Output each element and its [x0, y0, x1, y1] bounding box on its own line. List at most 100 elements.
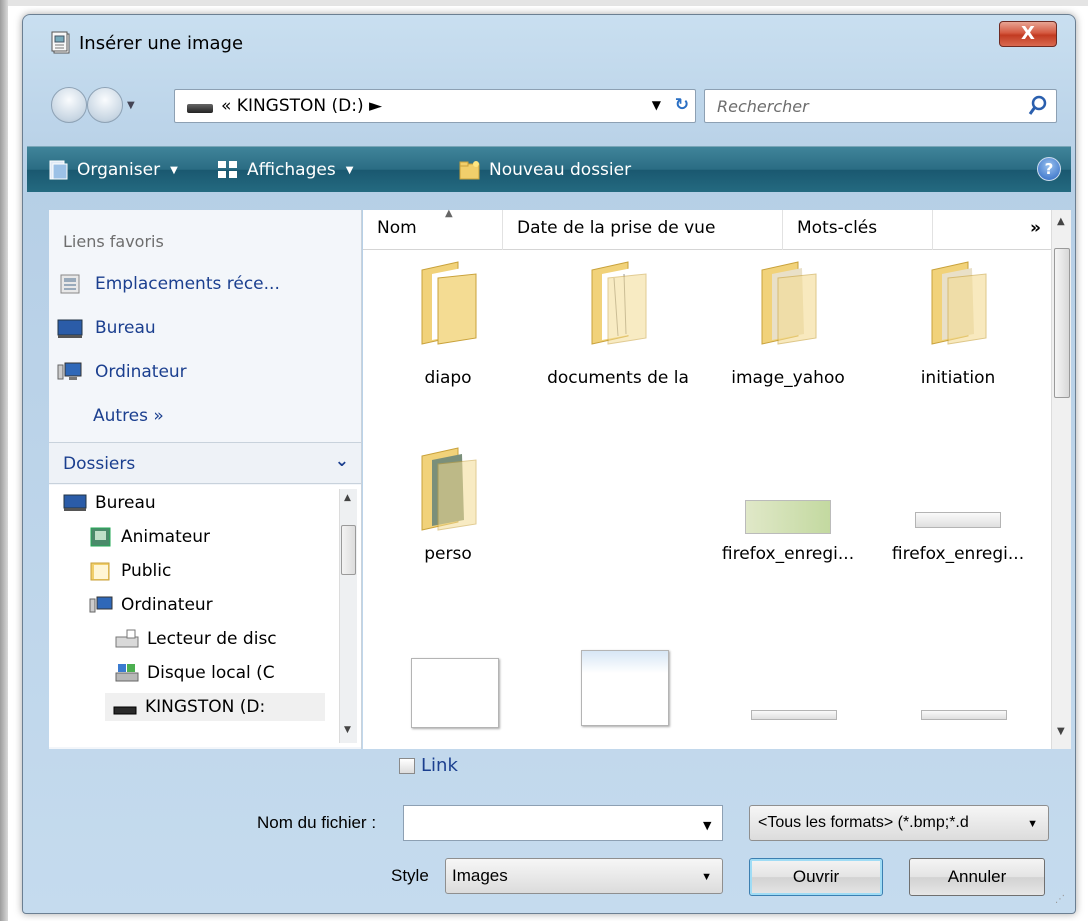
tree-item-label: Disque local (C	[147, 663, 275, 683]
more-favorites-link[interactable]: Autres »	[93, 406, 164, 426]
scroll-up-icon[interactable]: ▲	[1057, 216, 1065, 227]
image-thumbnail[interactable]	[411, 658, 499, 728]
dialog-footer: Link Nom du fichier : ▼ <Tous les format…	[27, 751, 1071, 911]
favorite-desktop[interactable]: Bureau	[57, 314, 156, 342]
recent-places-icon	[60, 274, 80, 294]
file-name: perso	[424, 544, 472, 564]
column-keywords[interactable]: Mots-clés	[783, 210, 933, 250]
file-name: firefox_enregi...	[891, 544, 1025, 564]
more-columns-button[interactable]: »	[933, 210, 1053, 250]
address-path[interactable]: « KINGSTON (D:) ►	[221, 96, 382, 116]
local-disk-icon	[115, 664, 139, 682]
image-thumbnail[interactable]	[921, 710, 1007, 720]
filename-label: Nom du fichier :	[257, 813, 377, 832]
organise-label: Organiser	[77, 160, 161, 180]
file-name: diapo	[424, 368, 472, 388]
views-label: Affichages	[247, 160, 336, 180]
organise-menu[interactable]: Organiser ▼	[47, 159, 178, 181]
forward-button[interactable]	[87, 87, 123, 123]
refresh-icon[interactable]: ↻	[675, 95, 689, 115]
desktop-icon	[57, 319, 83, 338]
chevron-down-icon[interactable]: ⌄	[335, 451, 349, 471]
image-thumbnail[interactable]	[581, 650, 669, 726]
link-label: Link	[421, 755, 458, 776]
scroll-down-icon[interactable]: ▼	[344, 725, 351, 735]
address-bar[interactable]: « KINGSTON (D:) ► ▼ ↻	[174, 89, 696, 123]
chevron-down-icon[interactable]: ▼	[703, 819, 711, 832]
recent-pages-dropdown-icon[interactable]: ▼	[127, 100, 135, 111]
close-button[interactable]: X	[999, 21, 1057, 47]
favorite-label: Emplacements réce...	[95, 274, 280, 294]
search-icon[interactable]	[1028, 95, 1048, 117]
tree-item-label: Lecteur de disc	[147, 629, 277, 649]
column-label: Date de la prise de vue	[517, 218, 716, 238]
file-item[interactable]: diapo	[363, 260, 533, 400]
help-icon[interactable]: ?	[1037, 157, 1061, 181]
tree-item-label: Animateur	[121, 527, 210, 547]
image-thumbnail	[915, 512, 1001, 528]
folder-icon	[421, 261, 477, 345]
file-list-pane: Nom ▲ Date de la prise de vue Mots-clés …	[363, 208, 1071, 749]
link-option[interactable]: Link	[399, 755, 458, 776]
column-name[interactable]: Nom ▲	[363, 208, 503, 250]
image-thumbnail[interactable]	[751, 710, 837, 720]
search-input[interactable]: Rechercher	[717, 97, 809, 116]
tree-item-usb-drive[interactable]: KINGSTON (D:	[105, 693, 325, 721]
tree-item-public[interactable]: Public	[89, 557, 171, 585]
folders-header[interactable]: Dossiers ⌄	[49, 442, 361, 484]
new-folder-button[interactable]: Nouveau dossier	[459, 159, 631, 181]
scrollbar-thumb[interactable]	[341, 525, 356, 575]
folder-tree-scrollbar[interactable]: ▲ ▼	[339, 489, 357, 743]
chevron-down-icon: ▼	[170, 164, 178, 176]
computer-icon	[57, 362, 82, 380]
back-button[interactable]	[51, 87, 87, 123]
file-item[interactable]: initiation	[873, 260, 1043, 400]
favorite-recent-places[interactable]: Emplacements réce...	[57, 270, 280, 298]
tree-item-desktop[interactable]: Bureau	[63, 489, 156, 517]
usb-drive-icon	[187, 104, 213, 113]
tree-item-local-disk[interactable]: Disque local (C	[115, 659, 275, 687]
computer-icon	[89, 596, 113, 613]
scrollbar-thumb[interactable]	[1054, 248, 1070, 398]
views-icon	[218, 161, 237, 178]
style-value: Images	[452, 866, 508, 885]
scroll-down-icon[interactable]: ▼	[1057, 726, 1065, 737]
filename-input[interactable]	[403, 805, 723, 841]
search-box[interactable]: Rechercher	[704, 89, 1057, 123]
file-type-select[interactable]: <Tous les formats> (*.bmp;*.d ▼	[749, 805, 1049, 841]
folder-icon	[421, 447, 477, 531]
column-header-row: Nom ▲ Date de la prise de vue Mots-clés …	[363, 208, 1053, 250]
file-name: documents de la	[547, 368, 689, 388]
file-list-scrollbar[interactable]: ▲ ▼	[1051, 210, 1071, 749]
folder-icon	[90, 562, 110, 581]
navigation-pane: Liens favoris Emplacements réce... Burea…	[49, 210, 362, 749]
favorite-computer[interactable]: Ordinateur	[57, 358, 187, 386]
link-checkbox[interactable]	[399, 757, 415, 774]
cancel-button[interactable]: Annuler	[909, 858, 1045, 896]
file-item[interactable]: documents de la	[533, 260, 703, 400]
favorite-label: Ordinateur	[95, 362, 187, 382]
file-item[interactable]: firefox_enregi...	[703, 446, 873, 586]
tree-item-label: Ordinateur	[121, 595, 213, 615]
tree-item-disc-drive[interactable]: Lecteur de disc	[115, 625, 277, 653]
tree-item-label: Public	[121, 561, 172, 581]
tree-item-label: KINGSTON (D:	[145, 697, 266, 717]
open-button[interactable]: Ouvrir	[749, 858, 883, 896]
style-select[interactable]: Images ▼	[445, 858, 723, 894]
file-item[interactable]: perso	[363, 446, 533, 586]
folder-icon	[931, 261, 987, 345]
new-folder-icon	[459, 161, 480, 180]
floppy-drive-icon	[115, 629, 139, 648]
scroll-up-icon[interactable]: ▲	[344, 493, 351, 503]
column-label: Mots-clés	[797, 218, 878, 238]
desktop-icon	[63, 494, 87, 511]
tree-item-computer[interactable]: Ordinateur	[89, 591, 213, 619]
resize-grip-icon[interactable]: ⋰	[1055, 894, 1065, 905]
column-label: Nom	[377, 218, 417, 238]
column-date-taken[interactable]: Date de la prise de vue	[503, 210, 783, 250]
address-dropdown-icon[interactable]: ▼	[652, 98, 661, 112]
tree-item-user[interactable]: Animateur	[89, 523, 210, 551]
views-menu[interactable]: Affichages ▼	[217, 159, 353, 181]
file-item[interactable]: image_yahoo	[703, 260, 873, 400]
file-item[interactable]: firefox_enregi...	[873, 446, 1043, 586]
